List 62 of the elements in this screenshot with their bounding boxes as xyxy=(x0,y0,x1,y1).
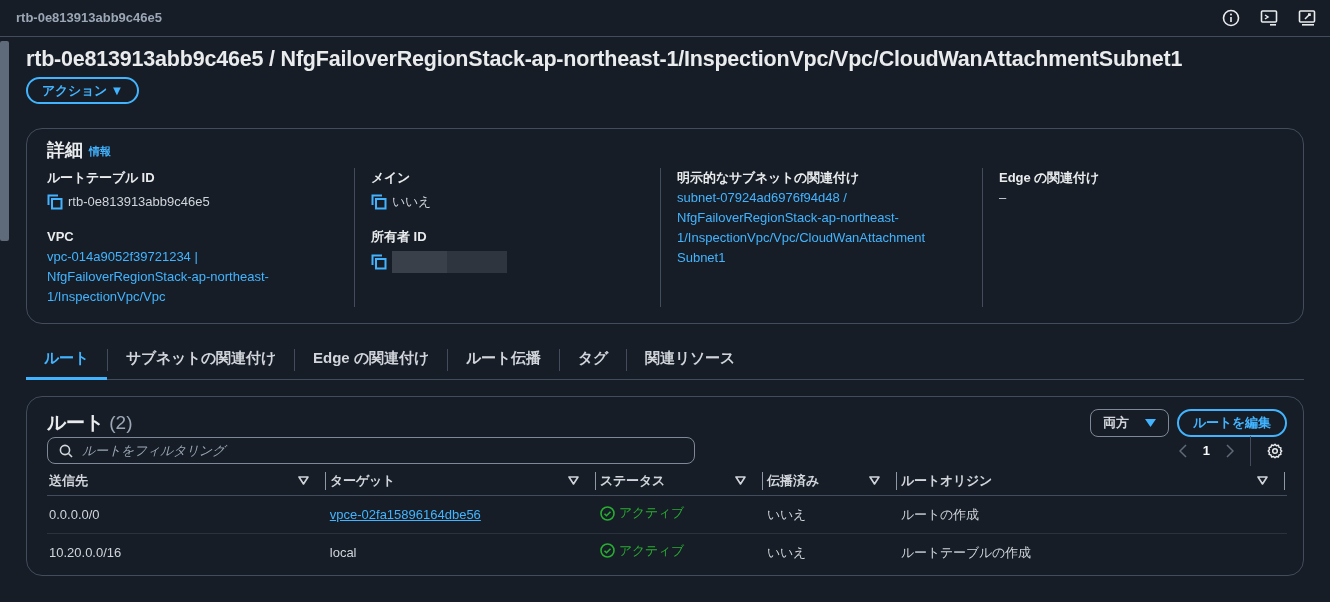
resource-link[interactable]: vpc-014a9052f39721234 | NfgFailoverRegionStack-ap-northeast-1/InspectionVpc/Vpc xyxy=(47,246,338,307)
tab[interactable]: タグ xyxy=(559,339,626,381)
search-icon xyxy=(59,444,73,459)
table-cell: 0.0.0.0/0 xyxy=(49,506,100,522)
column-header[interactable]: ターゲット xyxy=(329,470,395,491)
table-cell: いいえ xyxy=(767,544,807,560)
scrollbar[interactable] xyxy=(0,41,9,241)
tab[interactable]: サブネットの関連付け xyxy=(108,339,294,381)
check-circle-icon xyxy=(599,543,615,559)
status-text: アクティブ xyxy=(618,504,684,523)
field-value: – xyxy=(999,188,1008,207)
sort-icon[interactable] xyxy=(567,476,579,486)
field-value: いいえ xyxy=(392,192,431,211)
tab[interactable]: ルート xyxy=(26,339,107,381)
table-cell: ルートテーブルの作成 xyxy=(901,544,1032,560)
tab[interactable]: ルート伝播 xyxy=(447,339,559,381)
field-label: メイン xyxy=(371,169,411,188)
copy-icon[interactable] xyxy=(371,193,387,210)
page-title: rtb-0e813913abb9c46e5 / NfgFailoverRegionStack-ap-northeast-1/InspectionVpc/Vpc/CloudWanAttachmentSubnet1 xyxy=(26,47,1184,73)
check-circle-icon xyxy=(599,505,615,521)
table-cell: 10.20.0.0/16 xyxy=(49,544,122,560)
copy-icon[interactable] xyxy=(47,193,63,210)
actions-button[interactable]: アクション ▼ xyxy=(26,76,140,105)
table-cell: ルートの作成 xyxy=(901,506,980,522)
field-label: ルートテーブル ID xyxy=(47,169,156,188)
field-label: 所有者 ID xyxy=(371,228,428,247)
field-label: 明示的なサブネットの関連付け xyxy=(677,169,860,188)
column-header[interactable]: ステータス xyxy=(599,470,665,491)
route-count: (2) xyxy=(109,412,133,434)
table-cell: いいえ xyxy=(767,506,807,522)
terminal-icon[interactable] xyxy=(1260,9,1278,27)
breadcrumb-title: rtb-0e813913abb9c46e5 xyxy=(16,9,162,28)
screen-icon[interactable] xyxy=(1298,9,1316,27)
sort-icon[interactable] xyxy=(735,476,747,486)
sort-icon[interactable] xyxy=(297,476,309,486)
caret-icon xyxy=(1145,419,1156,428)
column-header[interactable]: ルートオリジン xyxy=(901,470,993,491)
copy-icon[interactable] xyxy=(371,253,387,270)
target-link[interactable]: vpce-02fa15896164dbe56 xyxy=(329,506,481,522)
previous-page-icon[interactable] xyxy=(1178,443,1187,458)
column-header[interactable]: 送信先 xyxy=(49,470,88,491)
filter-select[interactable]: 両方 xyxy=(1090,409,1169,437)
tab[interactable]: Edge の関連付け xyxy=(295,339,447,381)
search-field[interactable]: ルートをフィルタリング xyxy=(47,437,695,465)
sort-icon[interactable] xyxy=(1257,476,1268,486)
settings-icon[interactable] xyxy=(1267,442,1283,459)
tab[interactable]: 関連リソース xyxy=(626,339,753,381)
routes-heading: ルート xyxy=(47,412,104,434)
field-label: Edge の関連付け xyxy=(999,169,1101,188)
info-icon[interactable] xyxy=(1222,9,1240,27)
resource-link[interactable]: subnet-07924ad6976f94d48 / NfgFailoverRegionStack-ap-northeast-1/InspectionVpc/Vpc/CloudWanAttachment Subnet1 xyxy=(677,187,966,268)
field-label: VPC xyxy=(47,228,75,247)
field-value: rtb-0e813913abb9c46e5 xyxy=(68,192,210,211)
column-header[interactable]: 伝播済み xyxy=(767,470,820,491)
info-link[interactable]: 情報 xyxy=(89,142,111,160)
status-text: アクティブ xyxy=(618,542,684,561)
next-page-icon[interactable] xyxy=(1226,443,1234,458)
table-cell: local xyxy=(329,544,357,560)
sort-icon[interactable] xyxy=(869,476,881,486)
details-title: 詳細 xyxy=(47,139,83,163)
page-number[interactable]: 1 xyxy=(1202,441,1210,461)
edit-routes-button[interactable]: ルートを編集 xyxy=(1177,409,1287,437)
